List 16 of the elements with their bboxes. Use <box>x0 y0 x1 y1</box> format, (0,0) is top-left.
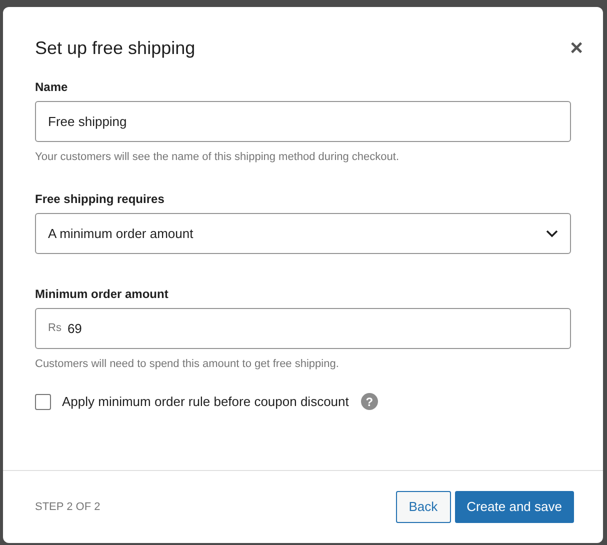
field-label: Name <box>35 79 69 95</box>
back-button[interactable]: Back <box>396 491 451 523</box>
checkbox[interactable] <box>35 394 51 410</box>
create-button[interactable]: Create and save <box>454 491 574 523</box>
chevron-down-icon <box>546 230 558 238</box>
requirement-select[interactable]: A minimum order amount <box>35 213 571 254</box>
step-indicator: STEP 2 OF 2 <box>35 500 100 515</box>
field-label: Minimum order amount <box>35 286 170 302</box>
help-text: Customers will need to spend this amount to get free shipping. <box>35 357 340 371</box>
close-button[interactable]: × <box>570 37 583 59</box>
checkbox-label: Apply minimum order rule before coupon discount <box>62 393 349 411</box>
name-input[interactable]: Free shipping <box>35 101 571 142</box>
amount-input[interactable]: Rs 69 <box>35 308 571 349</box>
dialog-title: Set up free shipping <box>35 37 196 60</box>
help-text: Your customers will see the name of this shipping method during checkout. <box>35 150 400 164</box>
field-label: Free shipping requires <box>35 191 166 207</box>
